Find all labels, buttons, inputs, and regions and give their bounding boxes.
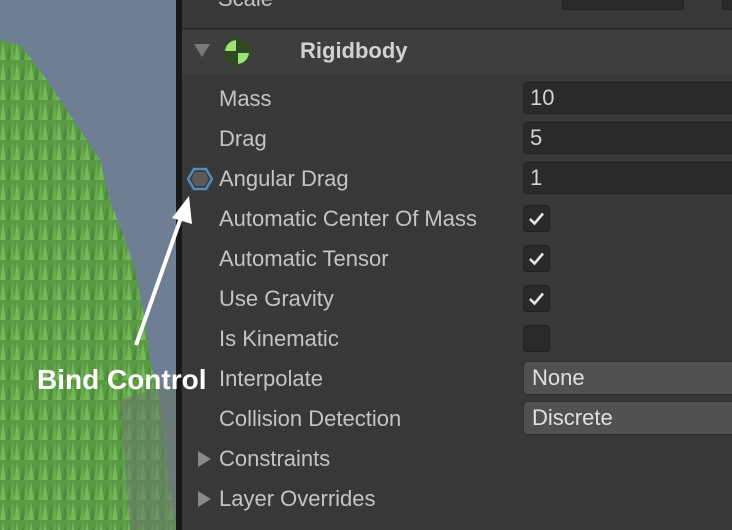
- auto-center-of-mass-checkbox[interactable]: [523, 205, 550, 232]
- foldout-arrow-icon[interactable]: [194, 44, 210, 57]
- interpolate-dropdown[interactable]: None: [523, 361, 732, 395]
- scale-z-field[interactable]: [722, 0, 732, 10]
- layer-overrides-label[interactable]: Layer Overrides: [219, 486, 376, 512]
- component-title: Rigidbody: [300, 38, 408, 63]
- auto-tensor-label: Automatic Tensor: [219, 246, 389, 271]
- property-row-collision-detection: Collision Detection Discrete: [182, 399, 732, 439]
- property-row-angular-drag: Angular Drag 1: [182, 159, 732, 199]
- mass-field[interactable]: 10: [523, 82, 732, 114]
- angular-drag-field[interactable]: 1: [523, 162, 732, 194]
- scene-view[interactable]: [0, 0, 180, 530]
- interpolate-label: Interpolate: [219, 366, 323, 391]
- separator: [182, 28, 732, 29]
- use-gravity-label: Use Gravity: [219, 286, 334, 311]
- auto-center-of-mass-label: Automatic Center Of Mass: [219, 206, 477, 231]
- checkmark-icon: [529, 212, 544, 226]
- is-kinematic-label: Is Kinematic: [219, 326, 339, 351]
- foldout-constraints[interactable]: Constraints: [182, 439, 732, 479]
- property-row-interpolate: Interpolate None: [182, 359, 732, 399]
- property-row-auto-tensor: Automatic Tensor: [182, 239, 732, 279]
- constraints-label[interactable]: Constraints: [219, 446, 330, 472]
- grass-terrain: [0, 40, 178, 530]
- is-kinematic-checkbox[interactable]: [523, 325, 550, 352]
- binding-hexagon-icon[interactable]: [187, 167, 213, 191]
- auto-tensor-checkbox[interactable]: [523, 245, 550, 272]
- drag-label[interactable]: Drag: [219, 126, 267, 152]
- scale-y-field[interactable]: [562, 0, 684, 10]
- expand-arrow-icon[interactable]: [198, 451, 211, 467]
- expand-arrow-icon[interactable]: [198, 491, 211, 507]
- collision-detection-label: Collision Detection: [219, 406, 402, 431]
- scale-label: Scale: [218, 0, 273, 12]
- annotation-label: Bind Control: [37, 364, 207, 395]
- foldout-layer-overrides[interactable]: Layer Overrides: [182, 479, 732, 519]
- mass-label[interactable]: Mass: [219, 86, 272, 112]
- property-row-mass: Mass 10: [182, 79, 732, 119]
- property-row-is-kinematic: Is Kinematic: [182, 319, 732, 359]
- checkmark-icon: [529, 292, 544, 306]
- property-row-auto-center-of-mass: Automatic Center Of Mass: [182, 199, 732, 239]
- rigidbody-icon: [223, 38, 251, 66]
- angular-drag-label[interactable]: Angular Drag: [219, 166, 349, 192]
- checkmark-icon: [529, 252, 544, 266]
- inspector-panel: Scale Rigidbody Mass 10 Drag 5 Angular D…: [182, 0, 732, 530]
- use-gravity-checkbox[interactable]: [523, 285, 550, 312]
- collision-detection-dropdown[interactable]: Discrete: [523, 401, 732, 435]
- transform-scale-row: Scale: [182, 0, 732, 14]
- rigidbody-header[interactable]: Rigidbody: [182, 30, 732, 74]
- drag-field[interactable]: 5: [523, 122, 732, 154]
- property-row-use-gravity: Use Gravity: [182, 279, 732, 319]
- property-row-drag: Drag 5: [182, 119, 732, 159]
